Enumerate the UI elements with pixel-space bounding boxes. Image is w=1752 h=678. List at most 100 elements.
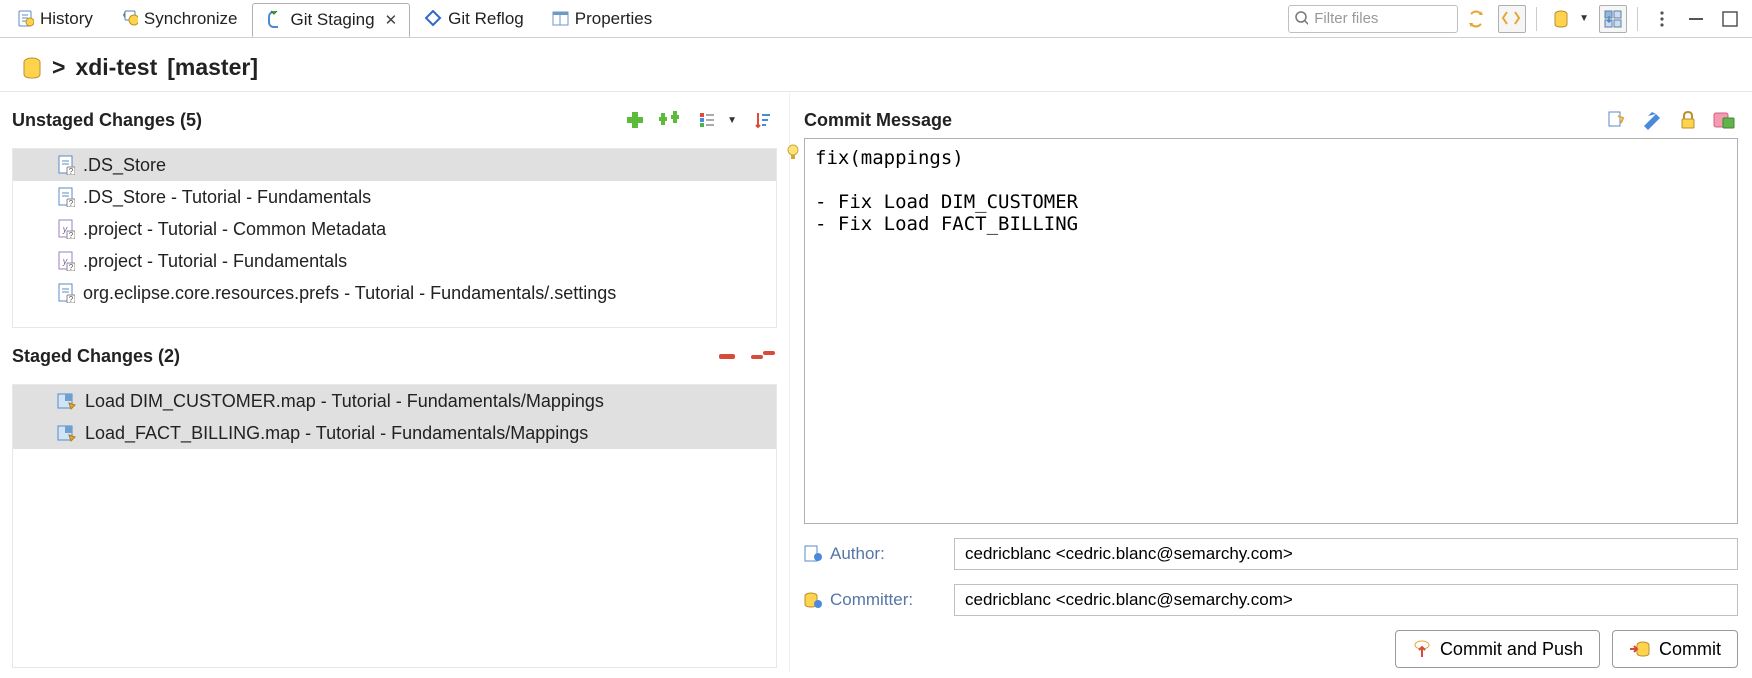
author-icon — [804, 545, 822, 563]
commit-buttons: Commit and Push Commit — [804, 630, 1738, 668]
tab-git-reflog[interactable]: Git Reflog — [412, 2, 537, 36]
button-label: Commit — [1659, 639, 1721, 660]
commit-and-push-button[interactable]: Commit and Push — [1395, 630, 1600, 668]
file-unknown-icon: ? — [57, 155, 75, 175]
list-item[interactable]: Load_FACT_BILLING.map - Tutorial - Funda… — [13, 417, 776, 449]
presentation-icon[interactable] — [693, 106, 721, 134]
unstage-selected-icon[interactable] — [713, 342, 741, 370]
unstaged-list[interactable]: ? .DS_Store? .DS_Store - Tutorial - Fundam… — [12, 148, 777, 328]
tab-git-staging[interactable]: Git Staging ✕ — [252, 3, 410, 37]
map-icon — [57, 391, 77, 411]
button-label: Commit and Push — [1440, 639, 1583, 660]
list-item-label: Load DIM_CUSTOMER.map - Tutorial - Funda… — [85, 391, 604, 412]
repo-cylinder-icon — [22, 57, 42, 79]
push-icon — [1412, 639, 1432, 659]
list-item-label: .DS_Store - Tutorial - Fundamentals — [83, 187, 371, 208]
layout-toggle-icon[interactable] — [1599, 5, 1627, 33]
commit-button[interactable]: Commit — [1612, 630, 1738, 668]
stage-all-icon[interactable] — [657, 106, 685, 134]
list-item[interactable]: y? .project - Tutorial - Fundamentals — [13, 245, 776, 277]
left-pane: Unstaged Changes (5) ▼ ? .DS_Store? .DS_St… — [0, 92, 790, 672]
commit-message-textarea[interactable] — [804, 138, 1738, 524]
sort-icon[interactable] — [749, 106, 777, 134]
commit-message-header: Commit Message — [804, 102, 1738, 138]
committer-row: Committer: — [804, 584, 1738, 616]
repo-branch: [master] — [167, 54, 258, 81]
repository-header: > xdi-test [master] — [0, 38, 1752, 92]
stage-selected-icon[interactable] — [621, 106, 649, 134]
committer-icon — [804, 591, 822, 609]
svg-text:?: ? — [69, 199, 74, 207]
file-xml-icon: y? — [57, 219, 75, 239]
top-toolbar: ▼ — [1288, 5, 1752, 33]
repo-prefix: > — [52, 54, 65, 81]
file-unknown-icon: ? — [57, 187, 75, 207]
svg-text:?: ? — [69, 263, 74, 271]
author-label: Author: — [830, 544, 885, 564]
committer-label: Committer: — [830, 590, 913, 610]
refresh-icon[interactable] — [1464, 5, 1492, 33]
author-row: Author: — [804, 538, 1738, 570]
chevron-down-icon[interactable]: ▼ — [727, 115, 737, 126]
list-item[interactable]: ? .DS_Store - Tutorial - Fundamentals — [13, 181, 776, 213]
tab-label: Git Staging — [290, 10, 374, 30]
commit-message-title: Commit Message — [804, 110, 952, 131]
svg-text:?: ? — [69, 231, 74, 239]
properties-icon — [552, 10, 569, 27]
staged-list[interactable]: Load DIM_CUSTOMER.map - Tutorial - Funda… — [12, 384, 777, 668]
compare-icon[interactable] — [1498, 5, 1526, 33]
lightbulb-icon — [786, 144, 800, 162]
unstage-all-icon[interactable] — [749, 342, 777, 370]
sign-off-icon[interactable] — [1638, 106, 1666, 134]
filter-files-search[interactable] — [1288, 5, 1458, 33]
repo-cylinder-icon[interactable] — [1547, 5, 1575, 33]
git-staging-icon — [265, 10, 284, 29]
file-unknown-icon: ? — [57, 283, 75, 303]
author-input[interactable] — [954, 538, 1738, 570]
list-item-label: org.eclipse.core.resources.prefs - Tutor… — [83, 283, 616, 304]
right-pane: Commit Message — [790, 92, 1752, 672]
list-item[interactable]: y? .project - Tutorial - Common Metadata — [13, 213, 776, 245]
tab-properties[interactable]: Properties — [539, 2, 665, 36]
git-reflog-icon — [425, 10, 442, 27]
gerrit-change-id-icon[interactable] — [1710, 106, 1738, 134]
list-item[interactable]: Load DIM_CUSTOMER.map - Tutorial - Funda… — [13, 385, 776, 417]
view-menu-icon[interactable] — [1648, 5, 1676, 33]
search-icon — [1295, 11, 1308, 26]
tab-label: History — [40, 9, 93, 29]
synchronize-icon — [121, 10, 138, 27]
commit-icon — [1629, 639, 1651, 659]
unstaged-title: Unstaged Changes (5) — [12, 110, 202, 131]
map-icon — [57, 423, 77, 443]
lock-icon[interactable] — [1674, 106, 1702, 134]
list-item[interactable]: ? .DS_Store — [13, 149, 776, 181]
close-icon[interactable]: ✕ — [385, 11, 398, 29]
staged-title: Staged Changes (2) — [12, 346, 180, 367]
list-item-label: .project - Tutorial - Fundamentals — [83, 251, 347, 272]
tab-synchronize[interactable]: Synchronize — [108, 2, 251, 36]
repo-name: xdi-test — [75, 54, 157, 81]
tab-history[interactable]: History — [4, 2, 106, 36]
tab-label: Properties — [575, 9, 652, 29]
maximize-view-icon[interactable] — [1716, 5, 1744, 33]
svg-text:?: ? — [69, 295, 74, 303]
unstaged-header: Unstaged Changes (5) ▼ — [12, 102, 777, 138]
svg-text:?: ? — [69, 167, 74, 175]
list-item-label: Load_FACT_BILLING.map - Tutorial - Funda… — [85, 423, 588, 444]
amend-icon[interactable] — [1602, 106, 1630, 134]
minimize-view-icon[interactable] — [1682, 5, 1710, 33]
list-item-label: .project - Tutorial - Common Metadata — [83, 219, 386, 240]
separator — [1637, 7, 1638, 31]
list-item[interactable]: ? org.eclipse.core.resources.prefs - Tuto… — [13, 277, 776, 309]
tab-label: Git Reflog — [448, 9, 524, 29]
file-xml-icon: y? — [57, 251, 75, 271]
view-tabs-bar: History Synchronize Git Staging ✕ Git Re… — [0, 0, 1752, 38]
chevron-down-icon[interactable]: ▼ — [1579, 13, 1589, 24]
list-item-label: .DS_Store — [83, 155, 166, 176]
main-area: Unstaged Changes (5) ▼ ? .DS_Store? .DS_St… — [0, 92, 1752, 672]
filter-input[interactable] — [1314, 10, 1451, 27]
separator — [1536, 7, 1537, 31]
committer-input[interactable] — [954, 584, 1738, 616]
staged-header: Staged Changes (2) — [12, 338, 777, 374]
tab-label: Synchronize — [144, 9, 238, 29]
